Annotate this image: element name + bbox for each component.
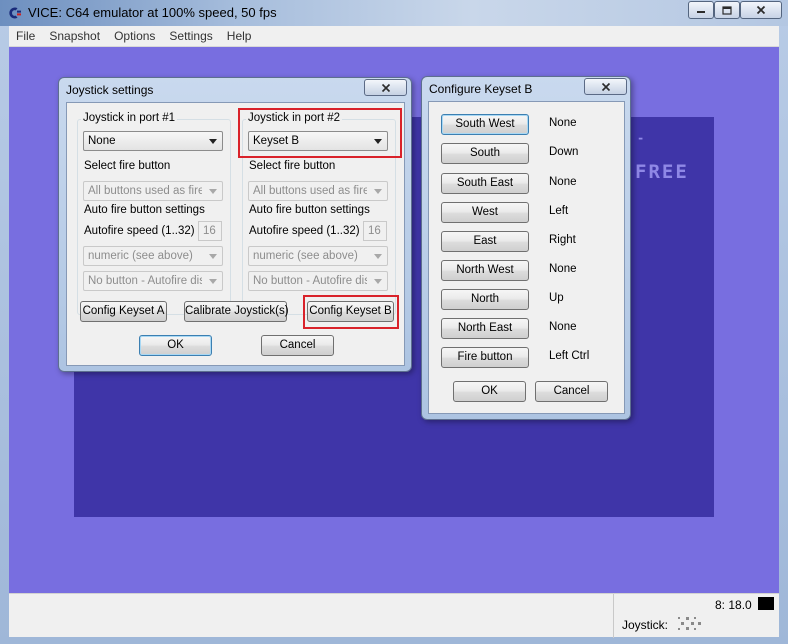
cancel-button[interactable]: Cancel [535, 381, 608, 402]
chevron-down-icon [374, 254, 382, 259]
config-keyset-a-button[interactable]: Config Keyset A [80, 301, 167, 322]
keyset-north-value: Up [549, 292, 564, 304]
minimize-icon [697, 11, 705, 13]
joystick-status-label: Joystick: [622, 618, 669, 632]
chevron-down-icon [374, 189, 382, 194]
maximize-button[interactable] [714, 1, 740, 19]
port1-autofire-button-value: No button - Autofire disabled [88, 275, 202, 287]
chevron-down-icon [209, 254, 217, 259]
keyset-fire-value: Left Ctrl [549, 350, 590, 362]
port2-fire-label: Select fire button [249, 160, 336, 172]
keyset-south-west-button[interactable]: South West [441, 114, 529, 135]
close-button[interactable] [740, 1, 782, 19]
drive-led-indicator [758, 597, 774, 610]
dialog-client-area: Joystick in port #1 None Select fire but… [66, 102, 405, 366]
keyset-east-value: Right [549, 234, 576, 246]
dialog-title: Joystick settings [66, 83, 154, 97]
keyset-north-button[interactable]: North [441, 289, 529, 310]
dialog-title: Configure Keyset B [429, 82, 533, 96]
status-bar: 8: 18.0 Joystick: [9, 593, 779, 638]
chevron-down-icon [209, 189, 217, 194]
port2-fire-value: All buttons used as fire [253, 185, 367, 197]
chevron-down-icon [209, 139, 217, 144]
close-icon [756, 5, 766, 15]
menu-bar: File Snapshot Options Settings Help [9, 26, 779, 47]
close-icon [601, 82, 610, 91]
configure-keyset-b-dialog: Configure Keyset B South West None South… [421, 76, 631, 420]
joystick-settings-dialog: Joystick settings Joystick in port #1 No… [58, 77, 412, 372]
port2-speed-label: Autofire speed (1..32) [249, 225, 360, 237]
cancel-button[interactable]: Cancel [261, 335, 334, 356]
port1-autofire-label: Auto fire button settings [84, 204, 205, 216]
keyset-south-value: Down [549, 146, 579, 158]
port1-speed-label: Autofire speed (1..32) [84, 225, 195, 237]
highlight-config-keyset-b [303, 295, 399, 329]
port2-fire-select[interactable]: All buttons used as fire [248, 181, 388, 201]
keyset-west-value: Left [549, 205, 569, 217]
menu-help[interactable]: Help [220, 29, 259, 43]
keyset-north-west-value: None [549, 263, 577, 275]
keyset-west-button[interactable]: West [441, 202, 529, 223]
keyset-south-button[interactable]: South [441, 143, 529, 164]
port1-fire-value: All buttons used as fire [88, 185, 202, 197]
minimize-button[interactable] [688, 1, 714, 19]
ok-button[interactable]: OK [139, 335, 212, 356]
port2-speed-input[interactable]: 16 [363, 221, 387, 241]
ok-button[interactable]: OK [453, 381, 526, 402]
maximize-icon [722, 5, 732, 15]
port2-autofire-label: Auto fire button settings [249, 204, 370, 216]
keyset-north-east-button[interactable]: North East [441, 318, 529, 339]
port2-mode-value: numeric (see above) [253, 250, 358, 262]
keyset-fire-button[interactable]: Fire button [441, 347, 529, 368]
port1-device-select[interactable]: None [83, 131, 223, 151]
keyset-north-east-value: None [549, 321, 577, 333]
menu-file[interactable]: File [9, 29, 42, 43]
port1-fire-label: Select fire button [84, 160, 171, 172]
chevron-down-icon [209, 279, 217, 284]
port1-fire-select[interactable]: All buttons used as fire [83, 181, 223, 201]
vice-c64-icon [9, 7, 21, 19]
window-title: VICE: C64 emulator at 100% speed, 50 fps [28, 5, 277, 20]
keyset-south-west-value: None [549, 117, 577, 129]
port2-autofire-mode-select[interactable]: numeric (see above) [248, 246, 388, 266]
highlight-port2-device [238, 108, 402, 158]
status-divider [613, 594, 614, 638]
keyset-east-button[interactable]: East [441, 231, 529, 252]
joystick-direction-indicator[interactable] [676, 616, 704, 632]
dialog-close-button[interactable] [364, 79, 407, 96]
close-icon [381, 83, 390, 92]
keyset-south-east-button[interactable]: South East [441, 173, 529, 194]
port1-device-value: None [88, 135, 116, 147]
dialog-close-button[interactable] [584, 78, 627, 95]
chevron-down-icon [374, 279, 382, 284]
title-bar[interactable]: VICE: C64 emulator at 100% speed, 50 fps [0, 0, 788, 26]
port1-speed-input[interactable]: 16 [198, 221, 222, 241]
calibrate-joysticks-button[interactable]: Calibrate Joystick(s) [184, 301, 289, 322]
port1-mode-value: numeric (see above) [88, 250, 193, 262]
port1-autofire-mode-select[interactable]: numeric (see above) [83, 246, 223, 266]
menu-snapshot[interactable]: Snapshot [42, 29, 107, 43]
keyset-north-west-button[interactable]: North West [441, 260, 529, 281]
menu-settings[interactable]: Settings [162, 29, 219, 43]
port1-autofire-button-select[interactable]: No button - Autofire disabled [83, 271, 223, 291]
time-readout: 8: 18.0 [715, 598, 752, 612]
menu-options[interactable]: Options [107, 29, 162, 43]
keyset-south-east-value: None [549, 176, 577, 188]
port2-autofire-button-select[interactable]: No button - Autofire disabled [248, 271, 388, 291]
c64-screen-text: FREE [635, 161, 689, 183]
port1-group-title: Joystick in port #1 [81, 112, 178, 124]
dialog-client-area: South West None South Down South East No… [428, 101, 625, 414]
c64-screen-text-fragment: - [637, 131, 645, 145]
port2-autofire-button-value: No button - Autofire disabled [253, 275, 367, 287]
